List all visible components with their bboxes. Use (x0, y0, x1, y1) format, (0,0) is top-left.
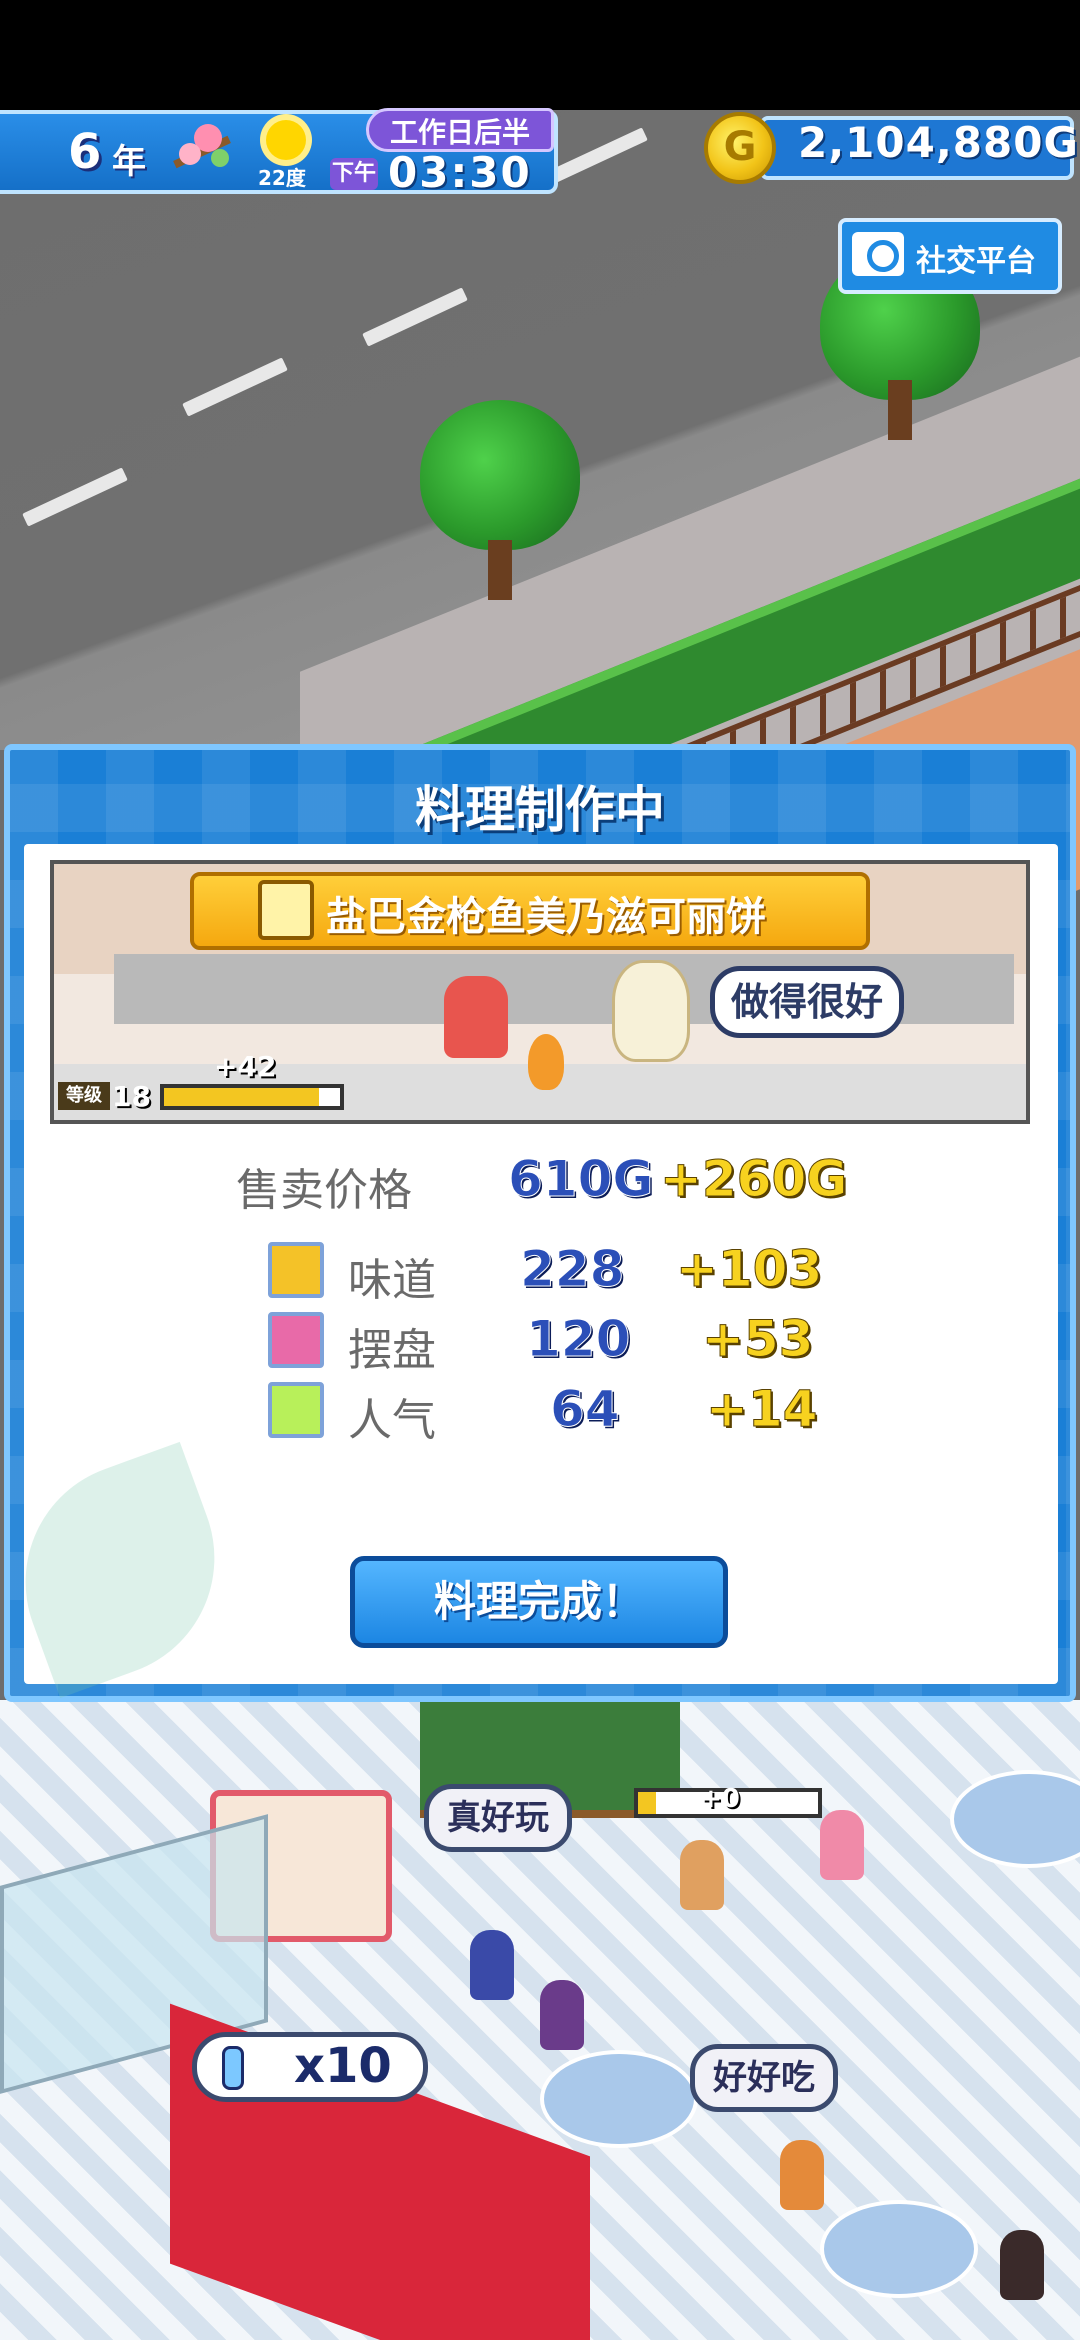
gold-coin-icon: G (704, 112, 776, 184)
level-value: 18 (112, 1080, 151, 1113)
tree-icon (420, 400, 580, 550)
stat-label-taste: 味道 (348, 1255, 436, 1306)
dish-name: 盐巴金枪鱼美乃滋可丽饼 (326, 894, 766, 940)
stall-progress-fill (638, 1792, 656, 1814)
crepe-icon (258, 880, 314, 940)
spring-flower-icon (168, 118, 238, 182)
chef-character-icon (444, 976, 508, 1058)
stall-progress-label: +0 (700, 1784, 740, 1814)
customer-speech-bubble: 真好玩 (424, 1784, 572, 1852)
table-icon[interactable] (820, 2200, 978, 2298)
customer-icon[interactable] (780, 2140, 824, 2210)
ampm-badge: 下午 (330, 158, 378, 190)
social-platform-label: 社交平台 (916, 244, 1036, 279)
customer-icon[interactable] (680, 1840, 724, 1910)
taste-face-icon (268, 1242, 324, 1298)
carrot-icon (528, 1034, 564, 1090)
day-phase-badge: 工作日后半 (366, 108, 554, 152)
price-bonus: +260G (659, 1150, 848, 1209)
camera-lens (867, 240, 899, 272)
stat-value-presentation: 120 (525, 1310, 631, 1369)
item-counter: x10 (294, 2038, 392, 2094)
price-value: 610G (507, 1150, 654, 1209)
level-gain: +42 (214, 1050, 277, 1083)
gold-amount: 2,104,880G (798, 118, 1079, 167)
finish-cooking-button[interactable]: 料理完成！ (350, 1556, 728, 1648)
stat-bonus-taste: +103 (675, 1240, 823, 1299)
level-progress-fill (164, 1088, 319, 1106)
stat-label-popularity: 人气 (348, 1395, 436, 1446)
status-bar-area (0, 0, 1080, 110)
temperature: 22度 (258, 166, 306, 190)
praise-bubble: 做得很好 (710, 966, 905, 1038)
stat-label-presentation: 摆盘 (348, 1325, 436, 1376)
stat-value-taste: 228 (519, 1240, 625, 1299)
bottle-icon (222, 2046, 244, 2090)
dialog-title: 料理制作中 (415, 781, 665, 839)
duck-chef-icon (612, 960, 690, 1062)
tree-trunk (488, 540, 512, 600)
customer-icon[interactable] (470, 1930, 514, 2000)
presentation-icon (268, 1312, 324, 1368)
customer-icon[interactable] (1000, 2230, 1044, 2300)
year-number: 6 (68, 124, 102, 180)
customer-icon[interactable] (820, 1810, 864, 1880)
customer-icon[interactable] (540, 1980, 584, 2050)
sunny-weather-icon (266, 120, 306, 160)
table-icon[interactable] (540, 2050, 698, 2148)
customer-speech-bubble: 好好吃 (690, 2044, 838, 2112)
stat-bonus-presentation: +53 (701, 1310, 814, 1369)
price-label: 售卖价格 (236, 1165, 412, 1216)
game-clock: 03:30 (388, 148, 532, 197)
stat-value-popularity: 64 (550, 1380, 621, 1439)
popularity-icon (268, 1382, 324, 1438)
tree-trunk (888, 380, 912, 440)
stat-bonus-popularity: +14 (705, 1380, 818, 1439)
level-tag: 等级 (58, 1082, 110, 1110)
year-unit: 年 (112, 142, 146, 182)
